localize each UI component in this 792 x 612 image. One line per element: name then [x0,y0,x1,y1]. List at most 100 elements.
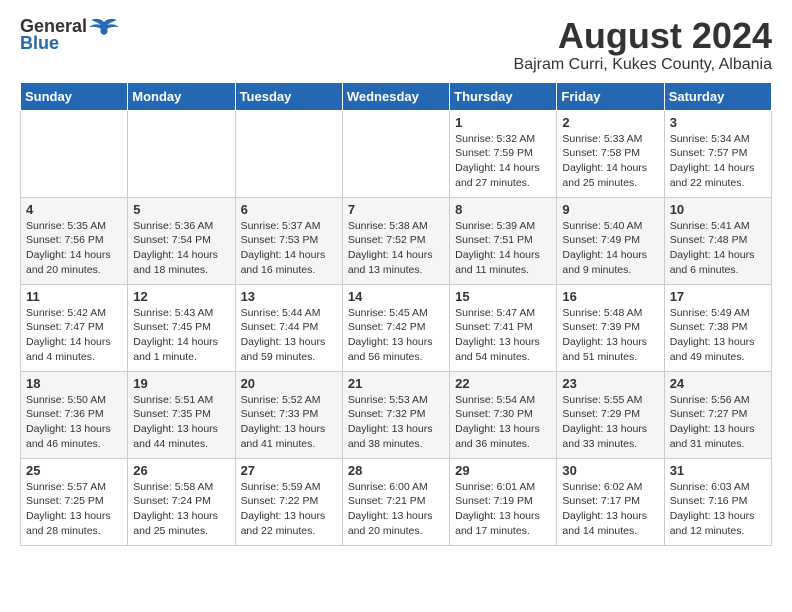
day-info: Sunrise: 6:03 AMSunset: 7:16 PMDaylight:… [670,480,766,539]
day-info: Sunrise: 5:55 AMSunset: 7:29 PMDaylight:… [562,393,658,452]
day-info: Sunrise: 6:00 AMSunset: 7:21 PMDaylight:… [348,480,444,539]
table-row: 10 Sunrise: 5:41 AMSunset: 7:48 PMDayligh… [664,197,771,284]
day-number: 27 [241,463,337,478]
day-info: Sunrise: 5:44 AMSunset: 7:44 PMDaylight:… [241,306,337,365]
day-number: 20 [241,376,337,391]
day-info: Sunrise: 5:37 AMSunset: 7:53 PMDaylight:… [241,219,337,278]
day-number: 15 [455,289,551,304]
calendar-week-row: 1 Sunrise: 5:32 AMSunset: 7:59 PMDaylight… [21,110,772,197]
day-info: Sunrise: 5:36 AMSunset: 7:54 PMDaylight:… [133,219,229,278]
day-info: Sunrise: 5:48 AMSunset: 7:39 PMDaylight:… [562,306,658,365]
table-row: 9 Sunrise: 5:40 AMSunset: 7:49 PMDaylight… [557,197,664,284]
day-info: Sunrise: 5:39 AMSunset: 7:51 PMDaylight:… [455,219,551,278]
day-info: Sunrise: 6:02 AMSunset: 7:17 PMDaylight:… [562,480,658,539]
calendar-header-row: Sunday Monday Tuesday Wednesday Thursday… [21,82,772,110]
header-friday: Friday [557,82,664,110]
day-number: 1 [455,115,551,130]
day-info: Sunrise: 5:56 AMSunset: 7:27 PMDaylight:… [670,393,766,452]
day-number: 28 [348,463,444,478]
table-row: 29 Sunrise: 6:01 AMSunset: 7:19 PMDayligh… [450,458,557,545]
day-info: Sunrise: 5:47 AMSunset: 7:41 PMDaylight:… [455,306,551,365]
logo-bird-icon [89,17,119,37]
table-row: 31Sunrise: 6:03 AMSunset: 7:16 PMDayligh… [664,458,771,545]
day-number: 26 [133,463,229,478]
month-year-title: August 2024 [514,16,772,56]
calendar-week-row: 25 Sunrise: 5:57 AMSunset: 7:25 PMDayligh… [21,458,772,545]
day-info: Sunrise: 6:01 AMSunset: 7:19 PMDaylight:… [455,480,551,539]
day-number: 5 [133,202,229,217]
day-info: Sunrise: 5:34 AMSunset: 7:57 PMDaylight:… [670,132,766,191]
table-row: 4 Sunrise: 5:35 AMSunset: 7:56 PMDaylight… [21,197,128,284]
calendar-week-row: 4 Sunrise: 5:35 AMSunset: 7:56 PMDaylight… [21,197,772,284]
day-info: Sunrise: 5:52 AMSunset: 7:33 PMDaylight:… [241,393,337,452]
header-sunday: Sunday [21,82,128,110]
table-row: 11Sunrise: 5:42 AMSunset: 7:47 PMDayligh… [21,284,128,371]
calendar-week-row: 11Sunrise: 5:42 AMSunset: 7:47 PMDayligh… [21,284,772,371]
table-row: 18Sunrise: 5:50 AMSunset: 7:36 PMDayligh… [21,371,128,458]
day-info: Sunrise: 5:58 AMSunset: 7:24 PMDaylight:… [133,480,229,539]
day-number: 17 [670,289,766,304]
day-info: Sunrise: 5:54 AMSunset: 7:30 PMDaylight:… [455,393,551,452]
header-tuesday: Tuesday [235,82,342,110]
day-number: 30 [562,463,658,478]
day-info: Sunrise: 5:33 AMSunset: 7:58 PMDaylight:… [562,132,658,191]
day-info: Sunrise: 5:41 AMSunset: 7:48 PMDaylight:… [670,219,766,278]
day-info: Sunrise: 5:35 AMSunset: 7:56 PMDaylight:… [26,219,122,278]
day-info: Sunrise: 5:53 AMSunset: 7:32 PMDaylight:… [348,393,444,452]
day-number: 24 [670,376,766,391]
day-number: 8 [455,202,551,217]
table-row: 23 Sunrise: 5:55 AMSunset: 7:29 PMDayligh… [557,371,664,458]
day-number: 12 [133,289,229,304]
calendar-table: Sunday Monday Tuesday Wednesday Thursday… [20,82,772,546]
day-number: 4 [26,202,122,217]
day-info: Sunrise: 5:59 AMSunset: 7:22 PMDaylight:… [241,480,337,539]
location-subtitle: Bajram Curri, Kukes County, Albania [514,56,772,74]
table-row: 3 Sunrise: 5:34 AMSunset: 7:57 PMDaylight… [664,110,771,197]
table-row: 6 Sunrise: 5:37 AMSunset: 7:53 PMDaylight… [235,197,342,284]
day-number: 22 [455,376,551,391]
table-row: 1 Sunrise: 5:32 AMSunset: 7:59 PMDaylight… [450,110,557,197]
day-info: Sunrise: 5:51 AMSunset: 7:35 PMDaylight:… [133,393,229,452]
day-number: 14 [348,289,444,304]
header-thursday: Thursday [450,82,557,110]
table-row: 7Sunrise: 5:38 AMSunset: 7:52 PMDaylight… [342,197,449,284]
day-info: Sunrise: 5:57 AMSunset: 7:25 PMDaylight:… [26,480,122,539]
day-number: 10 [670,202,766,217]
day-number: 25 [26,463,122,478]
table-row: 13Sunrise: 5:44 AMSunset: 7:44 PMDayligh… [235,284,342,371]
day-number: 19 [133,376,229,391]
day-info: Sunrise: 5:45 AMSunset: 7:42 PMDaylight:… [348,306,444,365]
day-info: Sunrise: 5:50 AMSunset: 7:36 PMDaylight:… [26,393,122,452]
logo: General Blue [20,16,119,54]
table-row: 16 Sunrise: 5:48 AMSunset: 7:39 PMDayligh… [557,284,664,371]
day-number: 11 [26,289,122,304]
table-row: 26 Sunrise: 5:58 AMSunset: 7:24 PMDayligh… [128,458,235,545]
table-row: 28 Sunrise: 6:00 AMSunset: 7:21 PMDayligh… [342,458,449,545]
day-number: 6 [241,202,337,217]
day-number: 16 [562,289,658,304]
table-row: 5 Sunrise: 5:36 AMSunset: 7:54 PMDaylight… [128,197,235,284]
day-info: Sunrise: 5:38 AMSunset: 7:52 PMDaylight:… [348,219,444,278]
table-row: 30 Sunrise: 6:02 AMSunset: 7:17 PMDayligh… [557,458,664,545]
day-number: 29 [455,463,551,478]
table-row [128,110,235,197]
day-info: Sunrise: 5:49 AMSunset: 7:38 PMDaylight:… [670,306,766,365]
day-number: 23 [562,376,658,391]
table-row: 24 Sunrise: 5:56 AMSunset: 7:27 PMDayligh… [664,371,771,458]
header-wednesday: Wednesday [342,82,449,110]
day-info: Sunrise: 5:43 AMSunset: 7:45 PMDaylight:… [133,306,229,365]
calendar-week-row: 18Sunrise: 5:50 AMSunset: 7:36 PMDayligh… [21,371,772,458]
logo-blue-text: Blue [20,33,59,54]
table-row: 2 Sunrise: 5:33 AMSunset: 7:58 PMDaylight… [557,110,664,197]
table-row [21,110,128,197]
day-number: 2 [562,115,658,130]
day-number: 3 [670,115,766,130]
table-row: 20 Sunrise: 5:52 AMSunset: 7:33 PMDayligh… [235,371,342,458]
table-row: 14 Sunrise: 5:45 AMSunset: 7:42 PMDayligh… [342,284,449,371]
day-number: 9 [562,202,658,217]
day-info: Sunrise: 5:32 AMSunset: 7:59 PMDaylight:… [455,132,551,191]
table-row: 21Sunrise: 5:53 AMSunset: 7:32 PMDayligh… [342,371,449,458]
table-row: 15 Sunrise: 5:47 AMSunset: 7:41 PMDayligh… [450,284,557,371]
table-row: 8 Sunrise: 5:39 AMSunset: 7:51 PMDaylight… [450,197,557,284]
day-info: Sunrise: 5:40 AMSunset: 7:49 PMDaylight:… [562,219,658,278]
